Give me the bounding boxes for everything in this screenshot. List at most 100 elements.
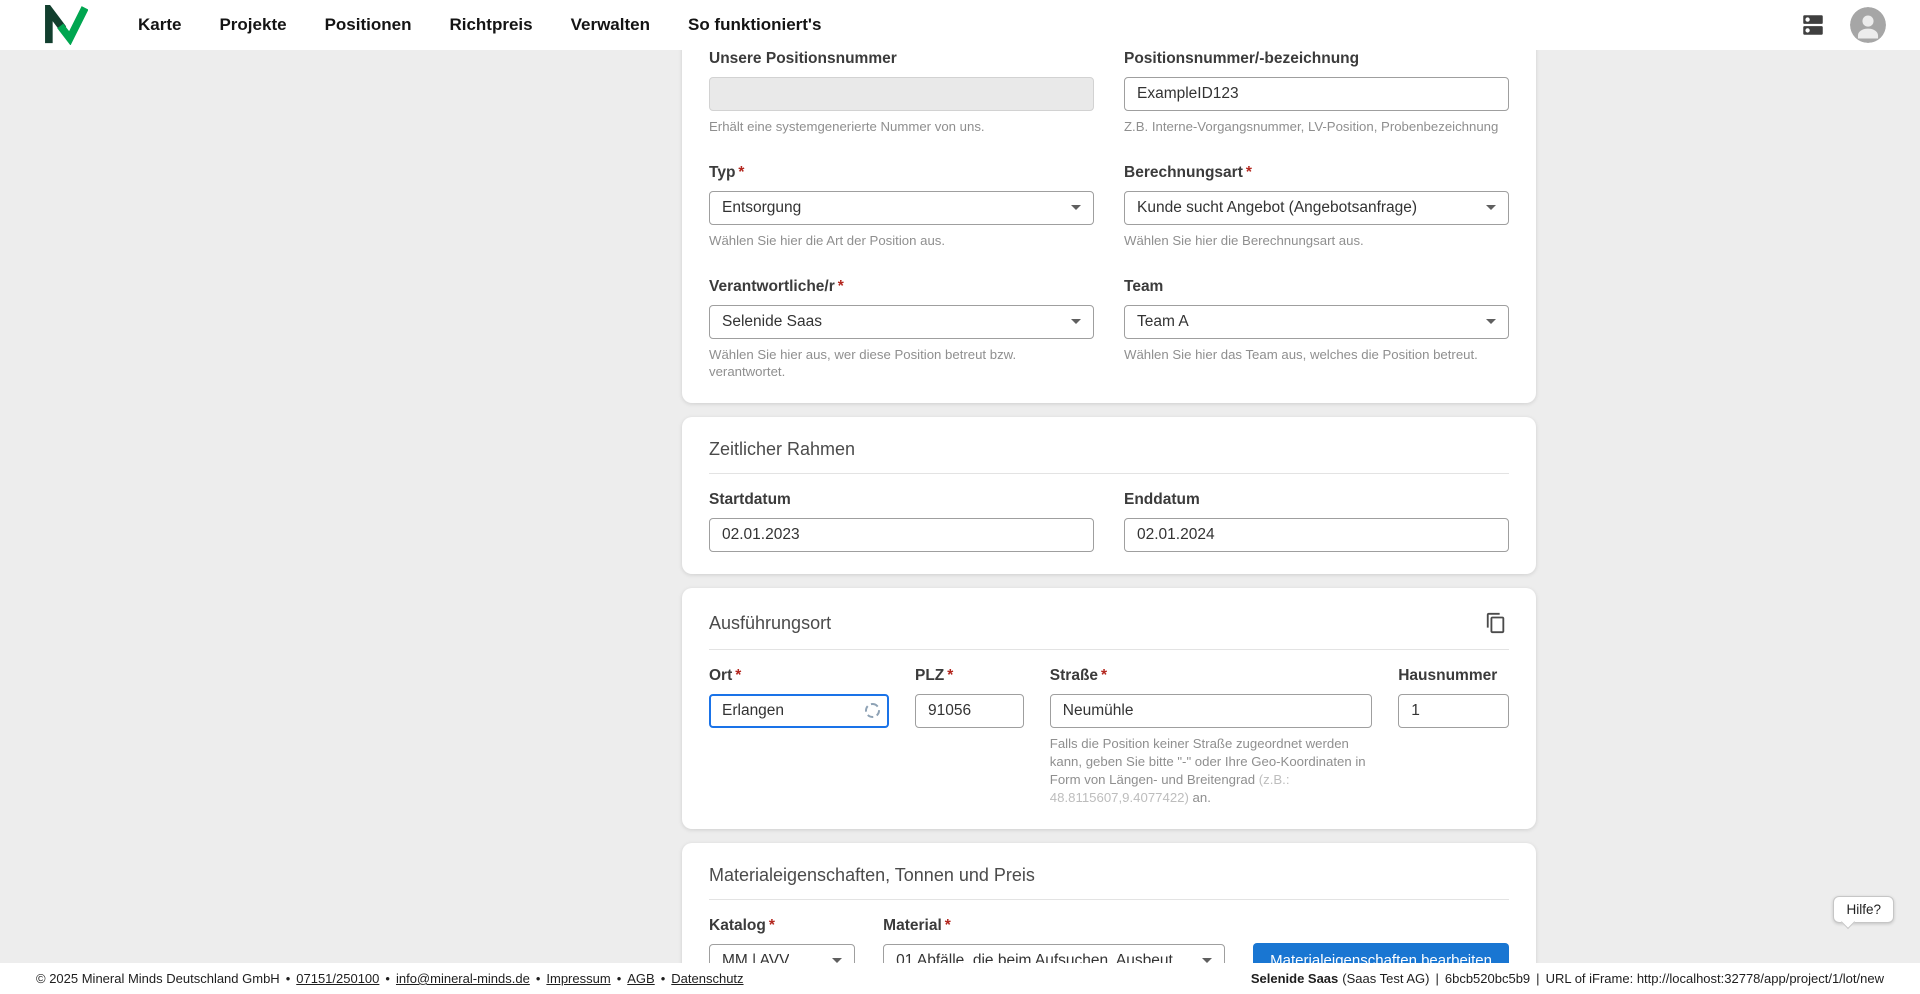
typ-select[interactable]: Entsorgung [709,191,1094,225]
startdatum-input[interactable] [709,518,1094,552]
required-asterisk: * [945,917,951,934]
startdatum-label: Startdatum [709,491,1094,509]
separator-dot: • [385,971,390,986]
chevron-down-icon [1071,319,1081,324]
impressum-link[interactable]: Impressum [546,971,610,986]
card-ausfuehrungsort: Ausführungsort Ort* [682,588,1536,828]
card-zeitlicher-rahmen: Zeitlicher Rahmen Startdatum Enddatum [682,417,1536,574]
field-startdatum: Startdatum [709,491,1094,552]
card-reader-button[interactable] [1798,12,1828,38]
copy-button[interactable] [1483,610,1509,636]
nav-item-so-funktionierts[interactable]: So funktioniert's [688,15,821,35]
footer-left: © 2025 Mineral Minds Deutschland GmbH • … [36,971,744,986]
team-label: Team [1124,278,1509,296]
field-ort: Ort* [709,667,889,806]
field-plz: PLZ* [915,667,1024,806]
section-title-ort: Ausführungsort [709,613,831,634]
section-title-zeit: Zeitlicher Rahmen [709,439,1509,460]
strasse-input[interactable] [1050,694,1372,728]
nav-item-projekte[interactable]: Projekte [219,15,286,35]
berechnungsart-select[interactable]: Kunde sucht Angebot (Angebotsanfrage) [1124,191,1509,225]
footer-iframe-url: URL of iFrame: http://localhost:32778/ap… [1546,971,1884,986]
navbar-right [1798,7,1886,43]
verantwortlich-label: Verantwortliche/r* [709,278,1094,296]
team-select[interactable]: Team A [1124,305,1509,339]
nav-item-richtpreis[interactable]: Richtpreis [449,15,532,35]
plz-input[interactable] [915,694,1024,728]
email-link[interactable]: info@mineral-minds.de [396,971,530,986]
separator-dot: • [286,971,291,986]
field-our-position-number: Unsere Positionsnummer Erhält eine syste… [709,50,1094,136]
required-asterisk: * [769,917,775,934]
form-container: Unsere Positionsnummer Erhält eine syste… [682,28,1536,994]
section-title-material: Materialeigenschaften, Tonnen und Preis [709,865,1509,886]
field-berechnungsart: Berechnungsart* Kunde sucht Angebot (Ang… [1124,164,1509,250]
help-button[interactable]: Hilfe? [1833,896,1894,923]
field-position-number: Positionsnummer/-bezeichnung Z.B. Intern… [1124,50,1509,136]
separator-pipe: | [1536,971,1539,986]
our-position-number-helper: Erhält eine systemgenerierte Nummer von … [709,118,1094,136]
separator-dot: • [661,971,666,986]
strasse-label: Straße* [1050,667,1372,685]
separator-dot: • [617,971,622,986]
footer-company: (Saas Test AG) [1342,971,1429,986]
field-typ: Typ* Entsorgung Wählen Sie hier die Art … [709,164,1094,250]
verantwortlich-select[interactable]: Selenide Saas [709,305,1094,339]
person-icon [1850,7,1886,43]
agb-link[interactable]: AGB [627,971,654,986]
app-logo[interactable] [44,5,88,45]
nav-item-karte[interactable]: Karte [138,15,181,35]
datenschutz-link[interactable]: Datenschutz [671,971,743,986]
main-nav: Karte Projekte Positionen Richtpreis Ver… [138,15,821,35]
nav-item-verwalten[interactable]: Verwalten [571,15,650,35]
typ-select-value: Entsorgung [722,199,801,217]
required-asterisk: * [838,278,844,295]
separator-pipe: | [1435,971,1438,986]
plz-label: PLZ* [915,667,1024,685]
position-number-label: Positionsnummer/-bezeichnung [1124,50,1509,68]
strasse-helper: Falls die Position keiner Straße zugeord… [1050,735,1372,806]
hausnummer-label: Hausnummer [1398,667,1509,685]
divider [709,649,1509,650]
field-team: Team Team A Wählen Sie hier das Team aus… [1124,278,1509,382]
hausnummer-input[interactable] [1398,694,1509,728]
chevron-down-icon [1071,205,1081,210]
card-basic-data: Unsere Positionsnummer Erhält eine syste… [682,28,1536,403]
berechnungsart-label: Berechnungsart* [1124,164,1509,182]
page-content: Unsere Positionsnummer Erhält eine syste… [0,0,1920,994]
required-asterisk: * [1246,164,1252,181]
required-asterisk: * [1101,667,1107,684]
page-footer: © 2025 Mineral Minds Deutschland GmbH • … [0,963,1920,994]
footer-session-id: 6bcb520bc5b9 [1445,971,1530,986]
field-hausnummer: Hausnummer [1398,667,1509,806]
chevron-down-icon [1486,319,1496,324]
verantwortlich-select-value: Selenide Saas [722,313,822,331]
separator-dot: • [536,971,541,986]
ort-input[interactable] [709,694,889,728]
enddatum-input[interactable] [1124,518,1509,552]
chevron-down-icon [1486,205,1496,210]
copy-icon [1485,612,1507,634]
team-select-value: Team A [1137,313,1189,331]
position-number-input[interactable] [1124,77,1509,111]
field-enddatum: Enddatum [1124,491,1509,552]
logo-icon [44,5,88,45]
required-asterisk: * [735,667,741,684]
divider [709,473,1509,474]
position-number-helper: Z.B. Interne-Vorgangsnummer, LV-Position… [1124,118,1509,136]
ort-label: Ort* [709,667,889,685]
verantwortlich-helper: Wählen Sie hier aus, wer diese Position … [709,346,1094,382]
enddatum-label: Enddatum [1124,491,1509,509]
user-avatar[interactable] [1850,7,1886,43]
nav-item-positionen[interactable]: Positionen [325,15,412,35]
berechnungsart-helper: Wählen Sie hier die Berechnungsart aus. [1124,232,1509,250]
typ-helper: Wählen Sie hier die Art der Position aus… [709,232,1094,250]
material-label: Material* [883,917,1225,935]
field-verantwortlich: Verantwortliche/r* Selenide Saas Wählen … [709,278,1094,382]
footer-right: Selenide Saas (Saas Test AG) | 6bcb520bc… [1251,971,1884,986]
our-position-number-label: Unsere Positionsnummer [709,50,1094,68]
our-position-number-input [709,77,1094,111]
divider [709,899,1509,900]
team-helper: Wählen Sie hier das Team aus, welches di… [1124,346,1509,364]
phone-link[interactable]: 07151/250100 [296,971,379,986]
